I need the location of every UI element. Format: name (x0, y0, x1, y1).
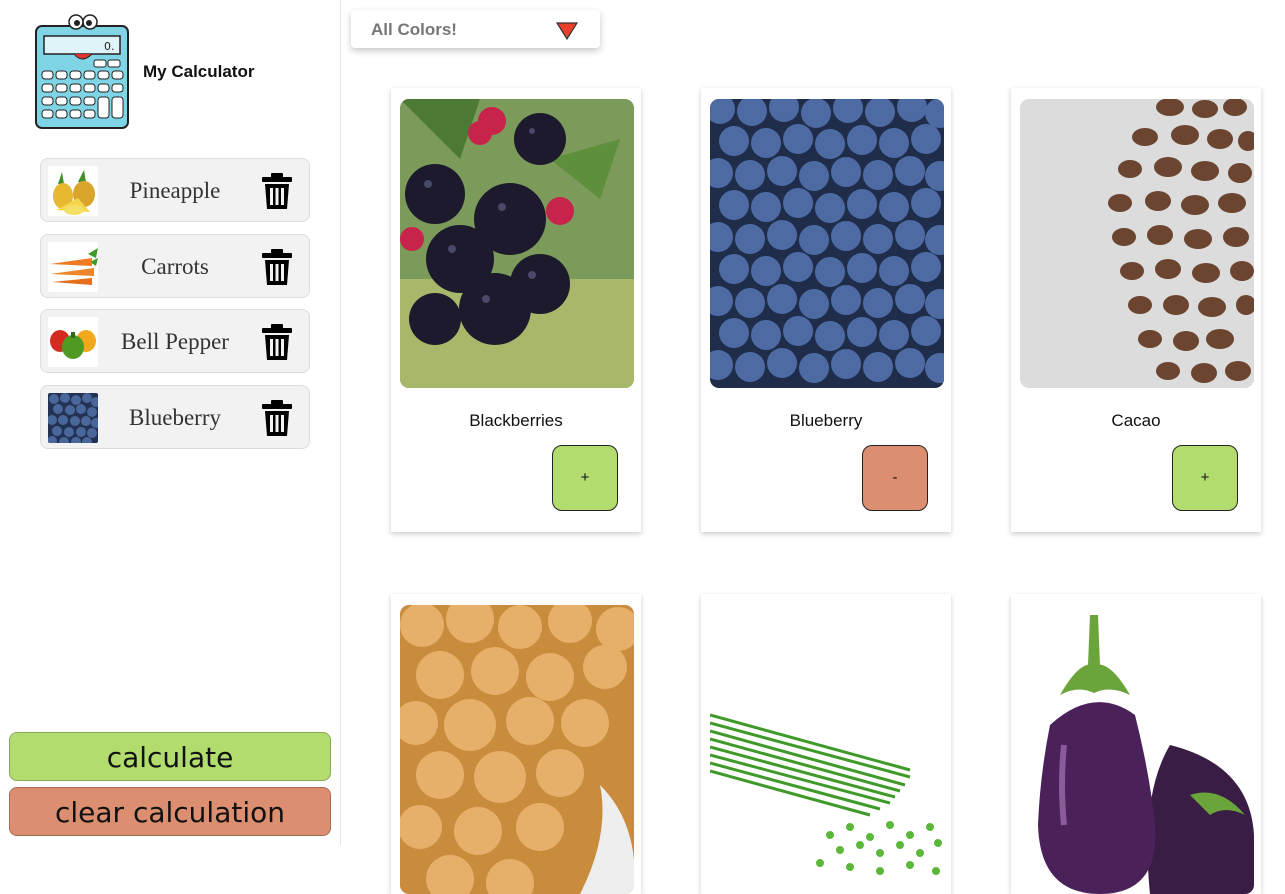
product-card-chives (701, 594, 951, 894)
svg-text:0.: 0. (104, 40, 115, 53)
remove-button[interactable]: - (862, 445, 928, 511)
add-button[interactable]: + (552, 445, 618, 511)
color-filter-dropdown[interactable]: All Colors! (351, 10, 600, 48)
bell-pepper-thumbnail (48, 317, 98, 367)
blueberry-image (710, 99, 944, 388)
pineapple-thumbnail (48, 166, 98, 216)
clear-calculation-button[interactable]: clear calculation (9, 787, 331, 836)
carrots-thumbnail (48, 242, 98, 292)
trash-icon[interactable] (261, 248, 293, 286)
selected-item-blueberry: Blueberry (40, 385, 310, 449)
calculate-button[interactable]: calculate (9, 732, 331, 781)
product-name: Blackberries (469, 411, 563, 430)
blackberries-image (400, 99, 634, 388)
selected-item-pineapple: Pineapple (40, 158, 310, 222)
product-card-blueberry: Blueberry - (701, 88, 951, 532)
triangle-down-icon (556, 22, 578, 40)
app-title: My Calculator (143, 62, 255, 81)
color-filter-label: All Colors! (371, 20, 457, 39)
selected-item-label: Blueberry (129, 405, 221, 430)
product-card-blackberries: Blackberries + (391, 88, 641, 532)
cacao-image (1020, 99, 1254, 388)
product-card-chickpeas (391, 594, 641, 894)
chives-image (710, 605, 944, 894)
selected-item-carrots: Carrots (40, 234, 310, 298)
product-name: Blueberry (789, 411, 863, 430)
sidebar: 0. My Calculator Pineapple Carrots Bell … (0, 0, 341, 845)
selected-item-label: Bell Pepper (121, 329, 229, 354)
eggplant-image (1020, 605, 1254, 894)
product-card-eggplant (1011, 594, 1261, 894)
calculator-logo-icon: 0. (35, 14, 129, 129)
product-card-cacao: Cacao + (1011, 88, 1261, 532)
selected-item-label: Pineapple (129, 178, 221, 203)
trash-icon[interactable] (261, 399, 293, 437)
trash-icon[interactable] (261, 172, 293, 210)
blueberry-thumbnail (48, 393, 98, 443)
add-button[interactable]: + (1172, 445, 1238, 511)
selected-item-bell-pepper: Bell Pepper (40, 309, 310, 373)
trash-icon[interactable] (261, 323, 293, 361)
product-name: Cacao (1111, 411, 1161, 430)
selected-item-label: Carrots (141, 254, 209, 279)
chickpeas-image (400, 605, 634, 894)
